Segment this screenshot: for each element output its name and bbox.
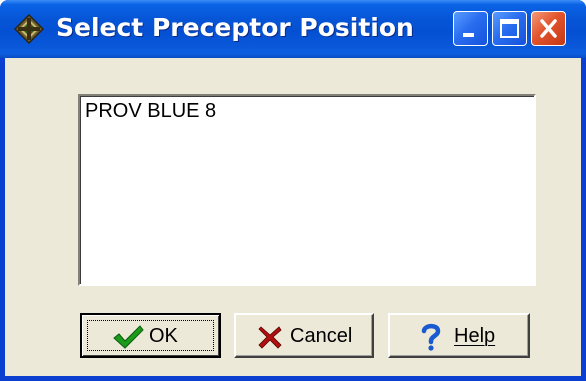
app-icon (13, 13, 45, 45)
cancel-button[interactable]: Cancel (234, 313, 374, 358)
close-button[interactable] (531, 11, 566, 46)
dialog-body: PROV BLUE 8 OK Cancel Help (5, 58, 581, 376)
x-icon (258, 326, 282, 349)
help-label: Help (454, 325, 496, 347)
maximize-icon (500, 19, 519, 38)
window-title: Select Preceptor Position (56, 13, 414, 42)
cancel-label: Cancel (290, 325, 353, 347)
list-item[interactable]: PROV BLUE 8 (85, 100, 216, 123)
question-icon (421, 323, 441, 351)
window-frame-bottom (0, 376, 586, 381)
help-button[interactable]: Help (388, 313, 530, 358)
minimize-icon (463, 33, 474, 37)
ok-label: OK (149, 325, 178, 347)
maximize-button[interactable] (492, 11, 527, 46)
ok-button[interactable]: OK (80, 313, 221, 358)
position-listbox[interactable]: PROV BLUE 8 (78, 94, 536, 286)
checkmark-icon (113, 325, 144, 349)
minimize-button[interactable] (453, 11, 488, 46)
title-bar[interactable]: Select Preceptor Position (0, 0, 586, 58)
close-icon (540, 19, 557, 38)
dialog-window: Select Preceptor Position PROV BLUE 8 OK… (0, 0, 586, 381)
